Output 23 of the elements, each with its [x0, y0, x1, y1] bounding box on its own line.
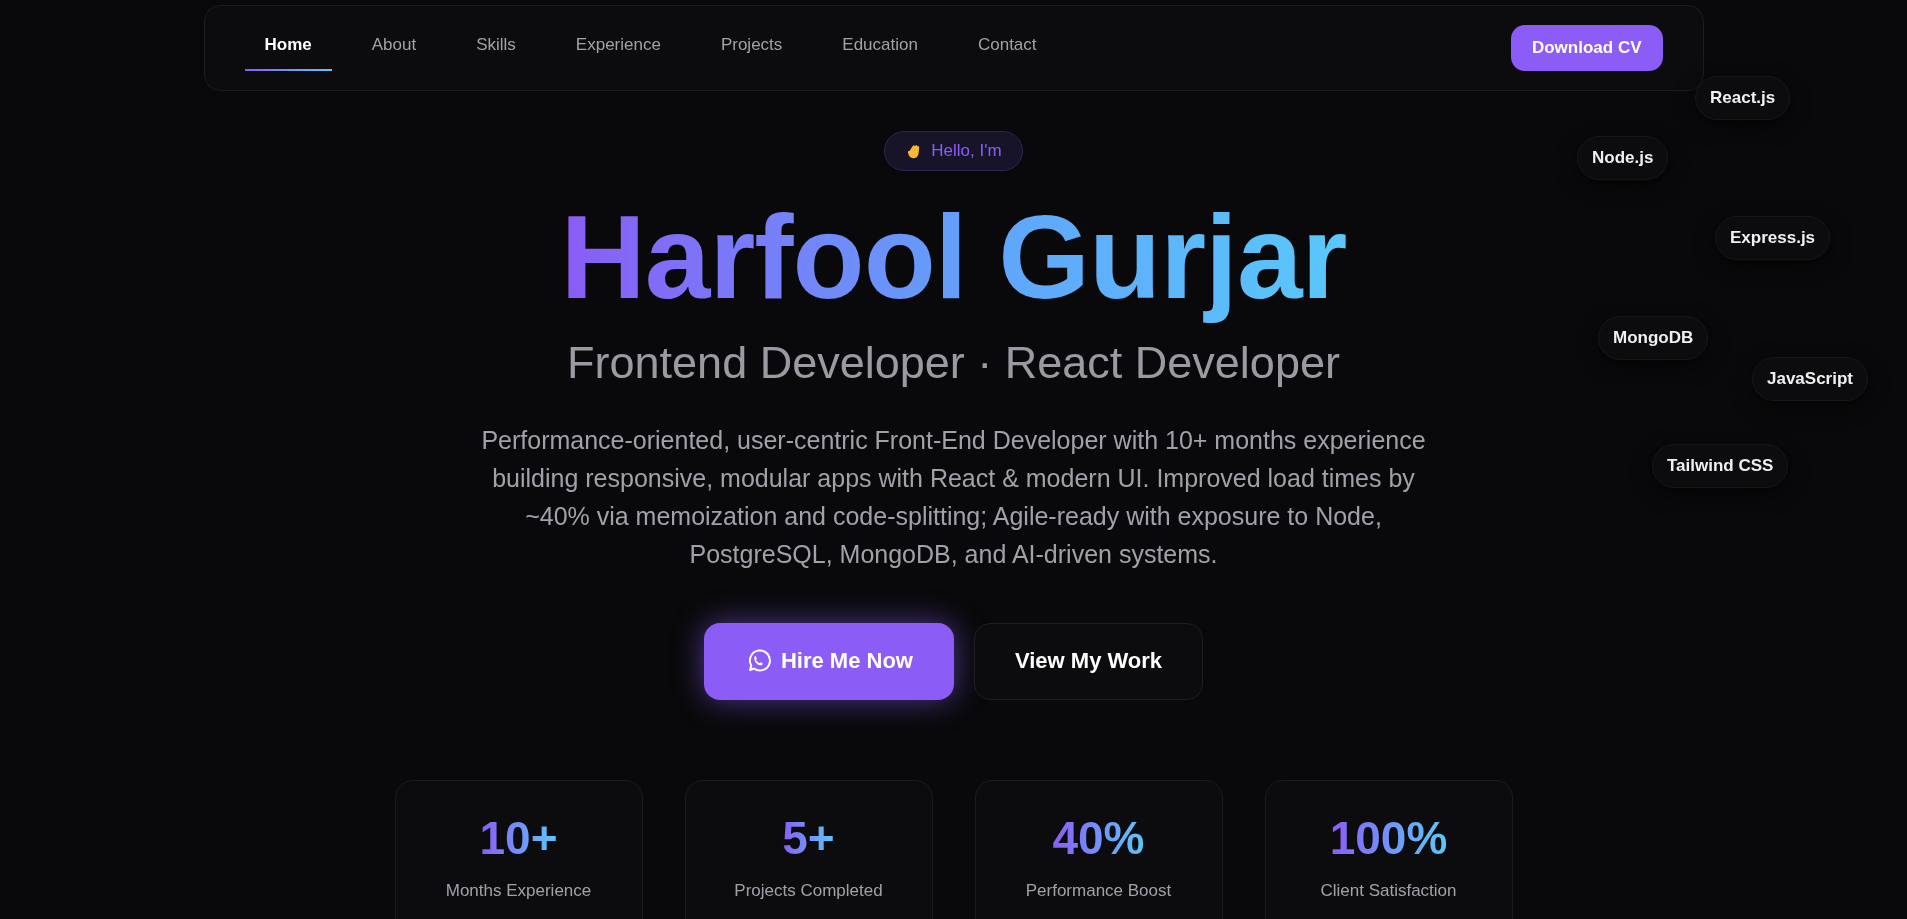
download-cv-button[interactable]: Download CV — [1510, 25, 1663, 71]
tech-chip: JavaScript — [1752, 357, 1868, 401]
greeting-text: Hello, I'm — [931, 141, 1002, 161]
tech-chip: MongoDB — [1598, 316, 1709, 360]
hero-roles: Frontend Developer · React Developer — [567, 336, 1340, 389]
view-work-button[interactable]: View My Work — [973, 622, 1204, 700]
stat-label: Projects Completed — [734, 880, 883, 901]
stat-label: Months Experience — [445, 880, 592, 901]
tech-chip: React.js — [1695, 76, 1791, 120]
tech-chip: Node.js — [1577, 136, 1669, 180]
nav-link[interactable]: Home — [244, 25, 332, 71]
hire-me-button[interactable]: Hire Me Now — [703, 622, 954, 700]
nav-link[interactable]: Projects — [700, 25, 803, 71]
nav-link[interactable]: About — [351, 25, 437, 71]
tech-chip: Tailwind CSS — [1652, 444, 1789, 488]
nav-link[interactable]: Education — [822, 25, 938, 71]
nav-link[interactable]: Experience — [555, 25, 681, 71]
stat-label: Performance Boost — [1025, 880, 1172, 901]
nav-link[interactable]: Skills — [456, 25, 536, 71]
tech-chip: Express.js — [1715, 216, 1831, 260]
nav-link[interactable]: Contact — [957, 25, 1057, 71]
stat-label: Client Satisfaction — [1320, 880, 1457, 901]
hero-summary: Performance-oriented, user-centric Front-End Developer with 10+ months experience building responsive, modular apps with React & modern UI. Improved load times by ~40% via memoization and code-splitting; Agile-ready with exposure to Node, PostgreSQL, MongoDB, and AI-driven systems. — [480, 424, 1427, 570]
